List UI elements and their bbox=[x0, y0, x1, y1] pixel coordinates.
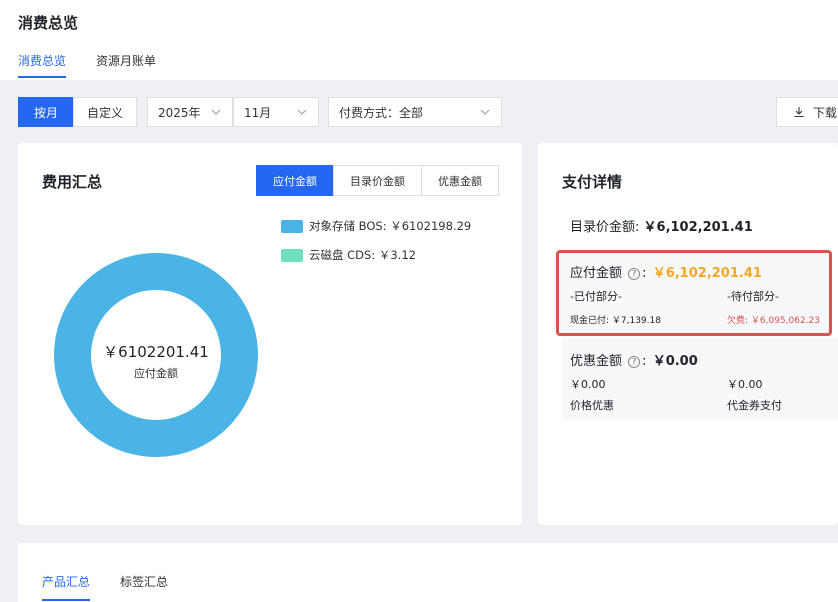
cost-summary-card: 费用汇总 应付金额 目录价金额 优惠金额 对象存储 BOS: ￥6102198.… bbox=[18, 143, 522, 525]
discount-value: ￥0.00 bbox=[652, 354, 698, 369]
legend-item-bos[interactable]: 对象存储 BOS: ￥6102198.29 bbox=[281, 218, 471, 234]
custom-range-button[interactable]: 自定义 bbox=[73, 97, 137, 127]
chevron-down-icon bbox=[479, 106, 491, 118]
discount-label: 优惠金额 bbox=[570, 354, 623, 369]
segment-list-price[interactable]: 目录价金额 bbox=[333, 165, 422, 196]
list-price-label: 目录价金额: bbox=[570, 220, 640, 235]
help-icon[interactable]: ? bbox=[628, 356, 641, 368]
cost-summary-title: 费用汇总 bbox=[42, 173, 103, 191]
by-month-button[interactable]: 按月 bbox=[18, 97, 74, 127]
download-icon bbox=[793, 106, 805, 118]
legend-label: 对象存储 BOS: ￥6102198.29 bbox=[309, 219, 472, 233]
payable-label: 应付金额 bbox=[570, 266, 623, 281]
download-label: 下载 bbox=[813, 105, 838, 120]
payment-details-title: 支付详情 bbox=[562, 173, 623, 191]
month-select[interactable]: 11月 bbox=[233, 97, 319, 127]
donut-center-label: 应付金额 bbox=[134, 367, 178, 380]
pending-part-heading: -待付部分- bbox=[727, 290, 779, 303]
active-tab-indicator bbox=[18, 76, 66, 78]
help-icon[interactable]: ? bbox=[628, 268, 641, 280]
segment-discount[interactable]: 优惠金额 bbox=[421, 165, 499, 196]
legend-swatch bbox=[281, 248, 303, 262]
top-header: 消费总览 消费总览 资源月账单 bbox=[0, 0, 838, 80]
legend-label: 云磁盘 CDS: ￥3.12 bbox=[309, 248, 416, 262]
voucher-value: ￥0.00 bbox=[727, 378, 763, 391]
donut-center-amount: ￥6102201.41 bbox=[103, 343, 209, 361]
active-tab-indicator bbox=[42, 599, 90, 601]
cash-paid: 现金已付: ￥7,139.18 bbox=[570, 316, 661, 326]
year-select[interactable]: 2025年 bbox=[147, 97, 233, 127]
price-discount-value: ￥0.00 bbox=[570, 378, 606, 391]
price-discount-label: 价格优惠 bbox=[570, 399, 614, 412]
paid-part-heading: -已付部分- bbox=[570, 290, 622, 303]
payable-value: ￥6,102,201.41 bbox=[652, 266, 762, 281]
year-select-value: 2025年 bbox=[158, 105, 201, 120]
chevron-down-icon bbox=[210, 106, 222, 118]
filter-bar: 按月 自定义 2025年 11月 付费方式：全部 下载 bbox=[0, 80, 838, 138]
segment-payable[interactable]: 应付金额 bbox=[256, 165, 334, 196]
list-price-row: 目录价金额: ￥6,102,201.41 bbox=[570, 216, 753, 235]
legend-swatch bbox=[281, 219, 303, 233]
list-price-value: ￥6,102,201.41 bbox=[643, 220, 753, 235]
page-title: 消费总览 bbox=[18, 14, 79, 32]
owed-amount: 欠费: ￥6,095,062.23 bbox=[727, 316, 821, 326]
voucher-label: 代金券支付 bbox=[727, 399, 782, 412]
payment-method-value: 付费方式：全部 bbox=[339, 105, 424, 120]
payable-row: 应付金额 ?: ￥6,102,201.41 bbox=[570, 266, 762, 281]
download-button[interactable]: 下载 bbox=[776, 97, 838, 127]
tab-consumption-overview[interactable]: 消费总览 bbox=[18, 52, 66, 69]
chevron-down-icon bbox=[296, 106, 308, 118]
donut-chart: ￥6102201.41 应付金额 bbox=[54, 253, 258, 457]
month-select-value: 11月 bbox=[244, 105, 272, 120]
payment-method-select[interactable]: 付费方式：全部 bbox=[328, 97, 502, 127]
tab-product-summary[interactable]: 产品汇总 bbox=[42, 573, 90, 590]
discount-row: 优惠金额 ?: ￥0.00 bbox=[570, 354, 698, 369]
product-summary-card: 产品汇总 标签汇总 bbox=[18, 543, 838, 602]
legend-item-cds[interactable]: 云磁盘 CDS: ￥3.12 bbox=[281, 247, 416, 263]
tab-tag-summary[interactable]: 标签汇总 bbox=[120, 573, 168, 590]
tab-monthly-bill[interactable]: 资源月账单 bbox=[96, 52, 156, 69]
